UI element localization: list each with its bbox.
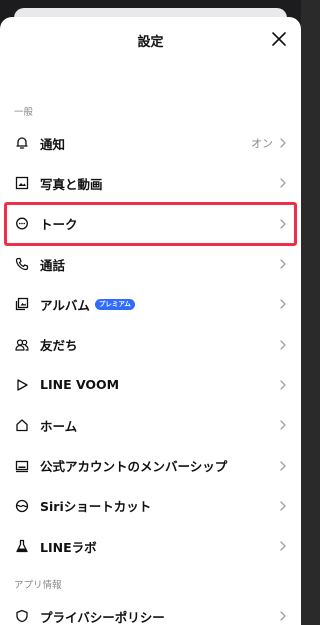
header: 設定 xyxy=(0,17,301,63)
chevron-right-icon xyxy=(279,339,287,350)
notifications-status: オン xyxy=(251,137,273,151)
chevron-right-icon xyxy=(279,501,287,511)
row-line-labs[interactable]: LINEラボ xyxy=(0,526,301,566)
row-label: プライバシーポリシー xyxy=(40,609,165,625)
chevron-right-icon xyxy=(279,611,287,622)
row-photos-videos[interactable]: 写真と動画 xyxy=(0,163,301,203)
row-label: 公式アカウントのメンバーシップ xyxy=(40,459,228,475)
row-label: 写真と動画 xyxy=(40,176,103,192)
row-label: アルバム xyxy=(40,297,90,313)
row-talk[interactable]: トーク xyxy=(0,201,301,246)
row-label: ホーム xyxy=(40,418,78,434)
chevron-right-icon xyxy=(279,219,287,229)
chevron-right-icon xyxy=(279,460,287,471)
section-label-general: 一般 xyxy=(14,107,34,118)
siri-icon xyxy=(14,498,30,514)
chevron-right-icon xyxy=(279,299,287,309)
chevron-right-icon xyxy=(279,138,287,148)
photo-icon xyxy=(14,175,30,191)
row-label: 通知 xyxy=(40,136,66,152)
row-privacy-policy[interactable]: プライバシーポリシー xyxy=(0,596,301,625)
row-label: トーク xyxy=(40,217,78,233)
chat-bubble-icon xyxy=(14,216,30,232)
row-line-voom[interactable]: LINE VOOM xyxy=(0,365,301,405)
page-title: 設定 xyxy=(137,35,164,50)
row-friends[interactable]: 友だち xyxy=(0,324,301,364)
privacy-icon xyxy=(14,608,30,624)
chevron-right-icon xyxy=(279,178,287,189)
phone-icon xyxy=(14,256,30,272)
row-label: LINE VOOM xyxy=(40,377,120,393)
row-official-membership[interactable]: 公式アカウントのメンバーシップ xyxy=(0,445,301,485)
friends-icon xyxy=(14,337,30,353)
row-siri-shortcuts[interactable]: Siriショートカット xyxy=(0,486,301,526)
album-icon xyxy=(14,296,30,312)
row-label: 通話 xyxy=(40,257,66,273)
row-calls[interactable]: 通話 xyxy=(0,244,301,284)
row-label: Siriショートカット xyxy=(40,499,152,515)
membership-icon xyxy=(14,458,30,474)
row-notifications[interactable]: 通知 オン xyxy=(0,123,301,163)
chevron-right-icon xyxy=(279,541,287,551)
chevron-right-icon xyxy=(279,380,287,390)
bell-icon xyxy=(14,135,30,151)
row-album[interactable]: アルバム プレミアム xyxy=(0,284,301,324)
close-icon[interactable] xyxy=(271,31,287,47)
home-icon xyxy=(14,417,30,433)
section-label-app-info: アプリ情報 xyxy=(14,580,62,592)
play-icon xyxy=(14,377,30,393)
chevron-right-icon xyxy=(279,259,287,269)
settings-sheet: 設定 一般 通知 オン 写真と動画 トーク 通話 アルバム プレミアム 友だち … xyxy=(0,17,301,625)
row-home[interactable]: ホーム xyxy=(0,405,301,445)
flask-icon xyxy=(14,538,30,554)
row-label: LINEラボ xyxy=(40,539,97,555)
premium-badge: プレミアム xyxy=(94,299,135,310)
chevron-right-icon xyxy=(279,420,287,430)
row-label: 友だち xyxy=(40,338,78,354)
